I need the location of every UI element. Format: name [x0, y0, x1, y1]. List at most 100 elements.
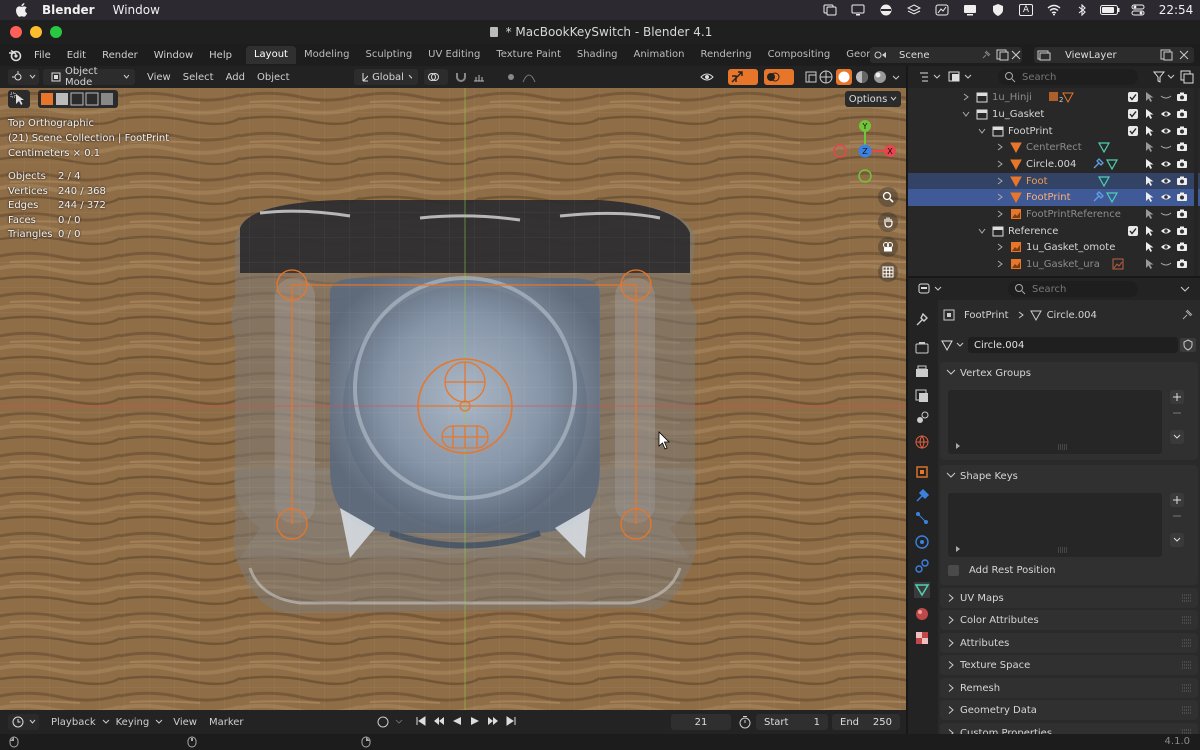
new-collection-icon[interactable] [1180, 70, 1194, 84]
menu-render[interactable]: Render [94, 50, 146, 61]
output-tab-icon[interactable] [914, 364, 930, 380]
remove-vertex-group-button[interactable] [1170, 406, 1184, 420]
timeline-editor-type[interactable] [8, 714, 39, 730]
input-source-icon[interactable]: A [1012, 0, 1040, 20]
selectable-cursor-icon[interactable] [1144, 125, 1156, 137]
chevron-right-icon[interactable] [996, 243, 1008, 255]
mesh-data-icon[interactable] [1106, 191, 1118, 203]
resize-handle-icon[interactable] [1058, 547, 1068, 553]
selectable-cursor-icon[interactable] [1144, 191, 1156, 203]
outliner-row[interactable]: Foot [908, 173, 1200, 190]
tab-uv-editing[interactable]: UV Editing [420, 46, 488, 64]
material-shading-icon[interactable] [854, 69, 870, 85]
layers-icon[interactable] [900, 0, 928, 20]
collapsed-panel[interactable]: Attributes [940, 633, 1198, 653]
eye-icon[interactable] [1160, 125, 1172, 137]
eye-closed-icon[interactable] [1160, 258, 1172, 270]
collapsed-panel[interactable]: Geometry Data [940, 700, 1198, 720]
chevron-right-icon[interactable] [996, 210, 1008, 222]
object-tab-icon[interactable] [914, 464, 930, 480]
delete-scene-icon[interactable] [1010, 49, 1022, 61]
world-tab-icon[interactable] [914, 434, 930, 450]
properties-editor-icon[interactable] [918, 282, 944, 296]
collapsed-panel[interactable]: UV Maps [940, 588, 1198, 608]
menu-file[interactable]: File [26, 50, 59, 61]
editor-type-button[interactable] [8, 69, 39, 85]
selectable-cursor-icon[interactable] [1144, 108, 1156, 120]
render-camera-icon[interactable] [1176, 208, 1188, 220]
list-expand-icon[interactable] [954, 545, 962, 553]
exclude-checkbox-icon[interactable] [1128, 92, 1140, 104]
fake-user-shield-icon[interactable] [1180, 338, 1196, 352]
auto-keying-icon[interactable] [376, 715, 406, 729]
eye-closed-icon[interactable] [1160, 141, 1172, 153]
blender-logo-icon[interactable] [8, 48, 22, 62]
shape-keys-list[interactable] [948, 493, 1162, 557]
panel-header[interactable]: Geometry Data [940, 700, 1198, 720]
render-camera-icon[interactable] [1176, 241, 1188, 253]
outliner-row[interactable]: CenterRect [908, 139, 1200, 156]
shape-key-specials-button[interactable] [1170, 533, 1184, 547]
mesh-data-icon[interactable] [1106, 158, 1118, 170]
play-reverse-icon[interactable] [450, 714, 464, 728]
toggle-ortho-button[interactable] [878, 262, 898, 282]
add-shape-key-button[interactable] [1170, 493, 1184, 507]
overlays-toggle[interactable] [764, 69, 794, 85]
navigation-gizmo[interactable]: Y X Z [828, 116, 902, 190]
display-icon[interactable] [844, 0, 872, 20]
zoom-view-button[interactable] [878, 187, 898, 207]
end-frame-field[interactable]: End 250 [832, 714, 900, 730]
camera-view-button[interactable] [878, 237, 898, 257]
exclude-checkbox-icon[interactable] [1128, 126, 1140, 138]
tab-sculpting[interactable]: Sculpting [357, 46, 420, 64]
eye-icon[interactable] [1160, 225, 1172, 237]
datablock-name-field[interactable]: Circle.004 [968, 337, 1178, 353]
outliner-row[interactable]: Circle.004 [908, 156, 1200, 173]
drag-handle-icon[interactable] [1182, 594, 1192, 602]
menu-keying[interactable]: Keying [110, 717, 156, 728]
exclude-checkbox-icon[interactable] [1128, 226, 1140, 238]
outliner-row[interactable]: 1u_Gasket [908, 106, 1200, 123]
gizmo-neg-x-axis[interactable] [833, 144, 847, 158]
outliner-editor-icon[interactable] [918, 70, 942, 84]
eye-icon[interactable] [1160, 175, 1172, 187]
render-camera-icon[interactable] [1176, 191, 1188, 203]
outliner-search-input[interactable]: Search [998, 69, 1138, 85]
chevron-down-icon[interactable] [978, 227, 990, 239]
chevron-right-icon[interactable] [996, 160, 1008, 172]
eye-icon[interactable] [1160, 108, 1172, 120]
list-expand-icon[interactable] [954, 442, 962, 450]
gizmo-neg-y-axis[interactable] [858, 169, 872, 183]
texture-tab-icon[interactable] [914, 630, 930, 646]
wireframe-shading-icon[interactable] [818, 69, 834, 85]
pan-view-button[interactable] [878, 212, 898, 232]
3d-viewport[interactable]: Options Top Orthographic (21) Scene Coll… [0, 88, 906, 710]
filter-icon[interactable] [1152, 70, 1176, 84]
chevron-down-icon[interactable] [978, 127, 990, 139]
tab-rendering[interactable]: Rendering [692, 46, 759, 64]
prev-keyframe-icon[interactable] [432, 714, 446, 728]
pin-icon[interactable] [1180, 308, 1194, 322]
close-window-button[interactable] [10, 26, 22, 38]
pin-icon[interactable] [980, 49, 992, 61]
transform-orientation-dropdown[interactable]: Global [354, 69, 418, 85]
collapsed-panel[interactable]: Remesh [940, 678, 1198, 698]
tab-shading[interactable]: Shading [569, 46, 626, 64]
eye-icon[interactable] [1160, 241, 1172, 253]
panel-header[interactable]: Attributes [940, 633, 1198, 653]
eye-closed-icon[interactable] [1160, 208, 1172, 220]
apple-icon[interactable] [14, 3, 28, 17]
render-camera-icon[interactable] [1176, 125, 1188, 137]
window-switch-icon[interactable] [816, 0, 844, 20]
tab-texture-paint[interactable]: Texture Paint [488, 46, 569, 64]
solid-shading-icon[interactable] [836, 69, 852, 85]
menu-object[interactable]: Object [251, 72, 296, 83]
selection-mode-icons[interactable] [38, 90, 118, 108]
pivot-point-dropdown[interactable] [424, 69, 448, 85]
tool-tab-icon[interactable] [914, 312, 930, 328]
panel-header[interactable]: UV Maps [940, 588, 1198, 608]
scene-tab-icon[interactable] [914, 410, 930, 426]
chevron-right-icon[interactable] [996, 143, 1008, 155]
options-dropdown[interactable]: Options [845, 91, 901, 107]
drag-handle-icon[interactable] [1182, 639, 1192, 647]
